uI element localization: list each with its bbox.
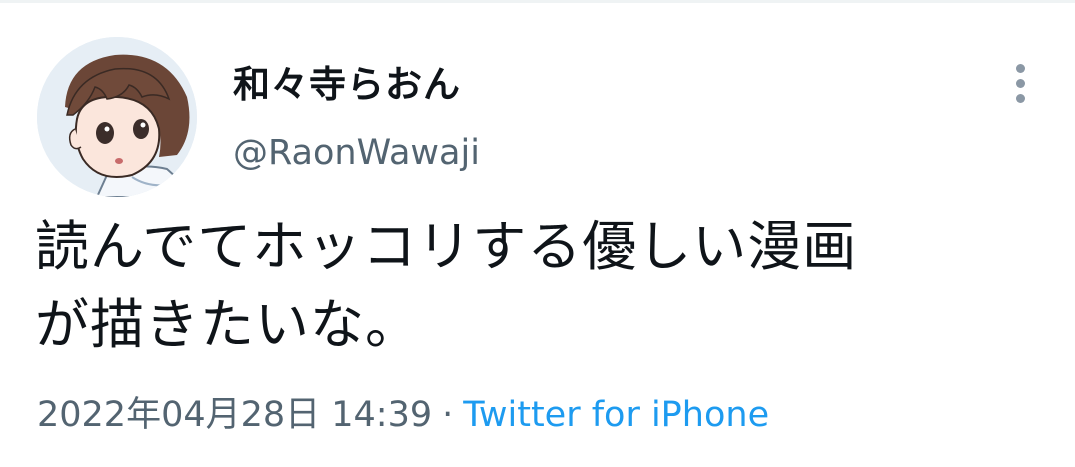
more-options-button[interactable] (998, 60, 1042, 110)
tweet-source-link[interactable]: Twitter for iPhone (463, 395, 769, 435)
tweet-text-line: 読んでてホッコリする優しい漫画 (35, 215, 858, 278)
tweet-meta: 2022年04月28日 14:39 · Twitter for iPhone (37, 390, 769, 440)
more-vertical-icon (1013, 64, 1027, 108)
tweet-text: 読んでてホッコリする優しい漫画 が描きたいな。 (35, 208, 1045, 364)
tweet-timestamp[interactable]: 2022年04月28日 14:39 (37, 395, 432, 435)
avatar[interactable] (37, 37, 197, 197)
tweet-text-line: が描きたいな。 (35, 293, 420, 356)
avatar-illustration (37, 37, 197, 197)
tweet-card[interactable]: 和々寺らおん @RaonWawaji 読んでてホッコリする優しい漫画 が描きたい… (0, 0, 1075, 467)
meta-separator: · (442, 395, 454, 435)
author-handle[interactable]: @RaonWawaji (233, 130, 480, 176)
author-display-name[interactable]: 和々寺らおん (233, 60, 461, 110)
